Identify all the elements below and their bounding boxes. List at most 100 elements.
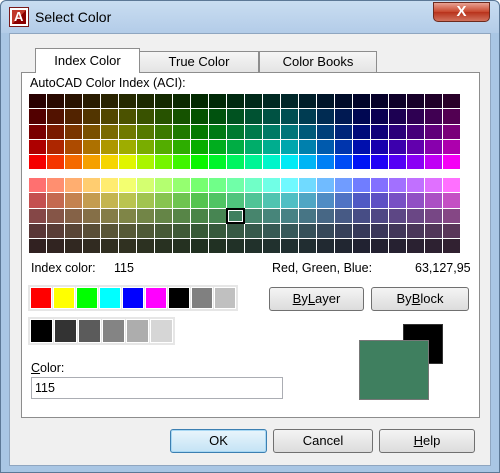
aci-swatch[interactable] <box>299 178 316 193</box>
aci-swatch[interactable] <box>191 193 208 208</box>
aci-swatch[interactable] <box>371 208 388 223</box>
aci-swatch[interactable] <box>155 94 172 109</box>
aci-swatch[interactable] <box>245 208 262 223</box>
aci-swatch[interactable] <box>353 223 370 239</box>
aci-swatch[interactable] <box>29 139 46 155</box>
aci-swatch[interactable] <box>65 124 82 139</box>
aci-palette-top[interactable] <box>29 94 460 170</box>
help-button[interactable]: Help <box>379 429 475 453</box>
aci-swatch[interactable] <box>119 223 136 239</box>
aci-swatch[interactable] <box>65 193 82 208</box>
aci-swatch[interactable] <box>425 94 442 109</box>
aci-swatch[interactable] <box>173 193 190 208</box>
bylayer-button[interactable]: ByLayer <box>269 287 364 311</box>
aci-swatch[interactable] <box>119 208 136 223</box>
aci-swatch[interactable] <box>281 178 298 193</box>
aci-swatch[interactable] <box>209 223 226 239</box>
aci-swatch[interactable] <box>317 239 334 254</box>
tab-true-color[interactable]: True Color <box>139 51 259 73</box>
aci-swatch[interactable] <box>137 193 154 208</box>
aci-swatch[interactable] <box>443 223 460 239</box>
aci-swatch[interactable] <box>443 155 460 170</box>
aci-swatch[interactable] <box>407 139 424 155</box>
color-swatch[interactable] <box>214 287 236 309</box>
aci-swatch[interactable] <box>101 239 118 254</box>
aci-swatch[interactable] <box>371 239 388 254</box>
aci-swatch[interactable] <box>317 109 334 124</box>
aci-swatch[interactable] <box>407 193 424 208</box>
aci-swatch[interactable] <box>407 124 424 139</box>
aci-swatch[interactable] <box>335 124 352 139</box>
aci-swatch[interactable] <box>209 94 226 109</box>
aci-swatch[interactable] <box>65 109 82 124</box>
aci-swatch[interactable] <box>371 109 388 124</box>
aci-swatch[interactable] <box>263 223 280 239</box>
aci-swatch[interactable] <box>335 178 352 193</box>
aci-swatch[interactable] <box>389 109 406 124</box>
aci-swatch[interactable] <box>299 94 316 109</box>
aci-swatch[interactable] <box>101 193 118 208</box>
aci-swatch[interactable] <box>263 239 280 254</box>
aci-swatch[interactable] <box>47 178 64 193</box>
aci-swatch[interactable] <box>263 155 280 170</box>
aci-swatch[interactable] <box>425 239 442 254</box>
aci-swatch[interactable] <box>353 139 370 155</box>
aci-swatch[interactable] <box>299 208 316 223</box>
color-swatch[interactable] <box>99 287 121 309</box>
aci-swatch[interactable] <box>353 155 370 170</box>
aci-swatch[interactable] <box>119 193 136 208</box>
aci-swatch[interactable] <box>407 109 424 124</box>
aci-swatch[interactable] <box>281 109 298 124</box>
aci-swatch[interactable] <box>227 94 244 109</box>
aci-swatch[interactable] <box>425 155 442 170</box>
aci-swatch[interactable] <box>335 208 352 223</box>
aci-swatch[interactable] <box>263 178 280 193</box>
aci-swatch[interactable] <box>119 239 136 254</box>
aci-swatch[interactable] <box>155 109 172 124</box>
aci-swatch[interactable] <box>245 124 262 139</box>
aci-swatch[interactable] <box>263 139 280 155</box>
aci-swatch[interactable] <box>29 223 46 239</box>
aci-swatch[interactable] <box>47 193 64 208</box>
aci-swatch[interactable] <box>299 124 316 139</box>
aci-swatch[interactable] <box>371 223 388 239</box>
aci-swatch[interactable] <box>317 208 334 223</box>
aci-swatch[interactable] <box>191 94 208 109</box>
aci-swatch[interactable] <box>371 193 388 208</box>
color-swatch[interactable] <box>53 287 75 309</box>
aci-swatch[interactable] <box>65 239 82 254</box>
aci-swatch[interactable] <box>299 155 316 170</box>
cancel-button[interactable]: Cancel <box>273 429 373 453</box>
aci-swatch[interactable] <box>227 193 244 208</box>
aci-swatch[interactable] <box>101 94 118 109</box>
aci-swatch[interactable] <box>65 208 82 223</box>
aci-swatch[interactable] <box>353 124 370 139</box>
aci-swatch[interactable] <box>389 208 406 223</box>
aci-swatch[interactable] <box>191 223 208 239</box>
aci-swatch[interactable] <box>29 109 46 124</box>
aci-swatch[interactable] <box>389 94 406 109</box>
aci-swatch[interactable] <box>119 94 136 109</box>
aci-swatch[interactable] <box>65 139 82 155</box>
aci-swatch[interactable] <box>227 239 244 254</box>
aci-swatch[interactable] <box>137 223 154 239</box>
aci-swatch[interactable] <box>209 178 226 193</box>
aci-swatch[interactable] <box>155 139 172 155</box>
aci-swatch[interactable] <box>281 193 298 208</box>
aci-swatch[interactable] <box>443 208 460 223</box>
aci-swatch[interactable] <box>299 109 316 124</box>
title-bar[interactable]: Select Color X <box>1 1 499 33</box>
aci-swatch[interactable] <box>65 178 82 193</box>
aci-swatch[interactable] <box>29 239 46 254</box>
color-swatch[interactable] <box>78 319 101 343</box>
aci-swatch[interactable] <box>443 139 460 155</box>
aci-swatch[interactable] <box>335 139 352 155</box>
aci-swatch[interactable] <box>353 178 370 193</box>
color-swatch[interactable] <box>168 287 190 309</box>
aci-swatch[interactable] <box>281 208 298 223</box>
aci-swatch[interactable] <box>191 178 208 193</box>
aci-swatch[interactable] <box>281 223 298 239</box>
aci-swatch[interactable] <box>65 155 82 170</box>
aci-swatch[interactable] <box>371 139 388 155</box>
aci-swatch[interactable] <box>137 178 154 193</box>
